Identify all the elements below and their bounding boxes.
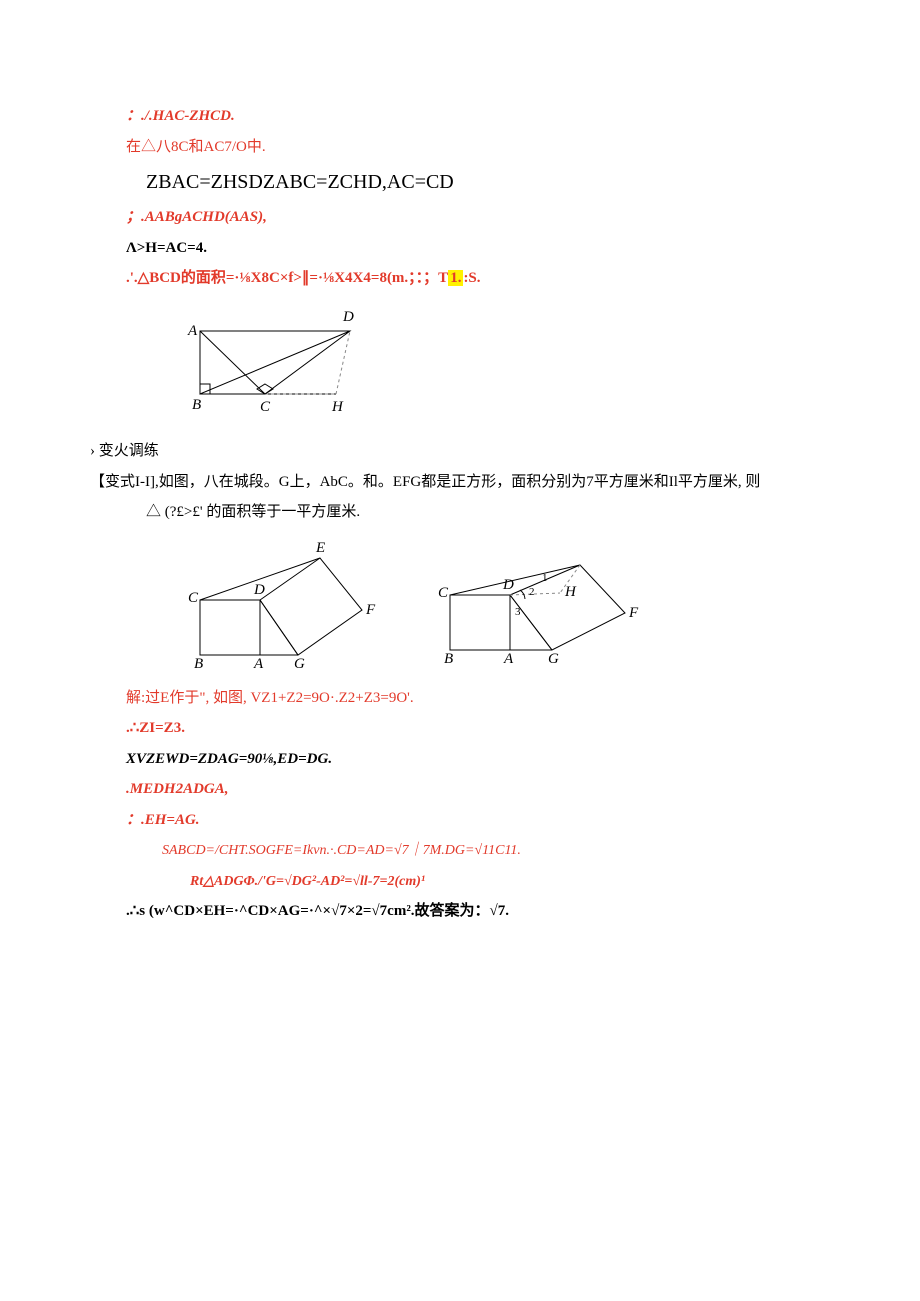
- svg-text:F: F: [365, 602, 376, 618]
- text: ；.AABgACHD(AAS),: [126, 209, 267, 225]
- solution-line: SABCD=/CHT.SOGFE=Ikvn.·.CD=AD=√7｜7M.DG=√…: [90, 836, 830, 865]
- svg-text:A: A: [503, 651, 514, 667]
- text: .∴s (w^CD×EH=·^CD×AG=·^×√7×2=√7cm².故答案为：…: [126, 903, 509, 919]
- svg-text:D: D: [342, 309, 354, 325]
- svg-text:D: D: [502, 577, 514, 593]
- svg-text:1: 1: [542, 572, 548, 584]
- text: .'.△BCD的面积=·⅛X8C×f>∥=·⅛X4X4=8(m.；：；T: [126, 270, 448, 286]
- step-line: .'.△BCD的面积=·⅛X8C×f>∥=·⅛X4X4=8(m.；：；T1.:S…: [90, 264, 830, 293]
- text: △ (?£>£' 的面积等于一平方厘米.: [146, 504, 360, 520]
- svg-text:G: G: [294, 656, 305, 670]
- svg-text:2: 2: [529, 586, 535, 598]
- svg-text:H: H: [564, 584, 577, 600]
- svg-text:A: A: [253, 656, 264, 670]
- text: 【变式I-I],如图，八在城段。G上，AbC。和。EFG都是正方形，面积分别为7…: [90, 474, 760, 490]
- solution-line: Rt△ADGΦ./'G=√DG²-AD²=√ll-7=2(cm)¹: [90, 867, 830, 896]
- step-line: ：./.HAC-ZHCD.: [90, 102, 830, 131]
- text: SABCD=/CHT.SOGFE=Ikvn.·.CD=AD=√7｜7M.DG=√…: [162, 843, 521, 858]
- text: › 变火调练: [90, 443, 159, 459]
- svg-text:H: H: [331, 399, 344, 415]
- text: .MEDH2ADGA,: [126, 781, 229, 797]
- geometry-svg: A D B C H: [180, 299, 370, 419]
- text: 解:过E作于", 如图, VZ1+Z2=9O·.Z2+Z3=9O'.: [126, 690, 414, 706]
- solution-line: 解:过E作于", 如图, VZ1+Z2=9O·.Z2+Z3=9O'.: [90, 684, 830, 713]
- equation-line: ZBAC=ZHSDZABC=ZCHD,AC=CD: [90, 163, 830, 201]
- text: Rt△ADGΦ./'G=√DG²-AD²=√ll-7=2(cm)¹: [190, 874, 425, 889]
- solution-line: .∴ZI=Z3.: [90, 714, 830, 743]
- text: ZBAC=ZHSDZABC=ZCHD,AC=CD: [146, 171, 454, 193]
- svg-text:C: C: [438, 585, 449, 601]
- solution-line: ：.EH=AG.: [90, 806, 830, 835]
- svg-text:D: D: [253, 582, 265, 598]
- svg-text:B: B: [192, 397, 201, 413]
- svg-text:B: B: [194, 656, 203, 670]
- page: ：./.HAC-ZHCD. 在△八8C和AC7/O中. ZBAC=ZHSDZAB…: [0, 0, 920, 988]
- solution-line: .∴s (w^CD×EH=·^CD×AG=·^×√7×2=√7cm².故答案为：…: [90, 897, 830, 926]
- step-line: 在△八8C和AC7/O中.: [90, 133, 830, 162]
- text: ：./.HAC-ZHCD.: [126, 108, 235, 124]
- step-line: ；.AABgACHD(AAS),: [90, 203, 830, 232]
- svg-text:A: A: [187, 323, 198, 339]
- text: Λ>H=AC=4.: [126, 240, 207, 256]
- variant-prompt: 【变式I-I],如图，八在城段。G上，AbC。和。EFG都是正方形，面积分别为7…: [90, 468, 830, 497]
- step-line: Λ>H=AC=4.: [90, 234, 830, 263]
- svg-text:3: 3: [515, 606, 521, 618]
- svg-text:E: E: [315, 540, 325, 556]
- text: XVZEWD=ZDAG=90⅛,ED=DG.: [126, 751, 332, 767]
- svg-text:C: C: [260, 399, 271, 415]
- solution-line: .MEDH2ADGA,: [90, 775, 830, 804]
- highlight: 1.: [448, 270, 463, 286]
- text: ：.EH=AG.: [126, 812, 200, 828]
- text: .∴ZI=Z3.: [126, 720, 185, 736]
- geometry-svg-left: C D E F B A G: [180, 540, 380, 670]
- text: 在△八8C和AC7/O中.: [126, 139, 266, 155]
- variant-prompt-2: △ (?£>£' 的面积等于一平方厘米.: [90, 498, 830, 527]
- svg-text:C: C: [188, 590, 199, 606]
- svg-text:F: F: [628, 605, 639, 621]
- figure-row: C D E F B A G C D H F B A G 1 2 3: [180, 535, 830, 670]
- section-guide: › 变火调练: [90, 437, 830, 466]
- solution-line: XVZEWD=ZDAG=90⅛,ED=DG.: [90, 745, 830, 774]
- figure-abcd-h: A D B C H: [180, 299, 830, 430]
- geometry-svg-right: C D H F B A G 1 2 3: [430, 535, 650, 670]
- svg-text:G: G: [548, 651, 559, 667]
- text: :S.: [463, 270, 480, 286]
- svg-text:B: B: [444, 651, 453, 667]
